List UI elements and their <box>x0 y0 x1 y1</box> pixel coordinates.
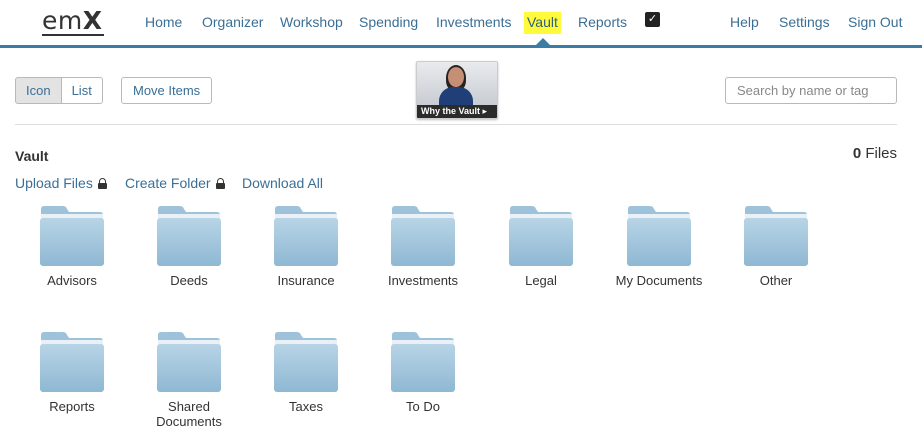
folder-icon <box>40 206 104 266</box>
nav-investments[interactable]: Investments <box>436 12 511 34</box>
nav-settings[interactable]: Settings <box>779 12 830 34</box>
folder-icon <box>157 206 221 266</box>
folder-label: Deeds <box>170 273 208 288</box>
logo-text: emX <box>42 6 103 35</box>
folder-icon <box>274 332 338 392</box>
toolbar-divider <box>15 124 897 125</box>
lock-icon <box>97 178 107 189</box>
search-input[interactable] <box>725 77 897 104</box>
folder-label: Reports <box>49 399 95 414</box>
folder-item[interactable]: Taxes <box>251 331 361 414</box>
emx-logo[interactable]: emX <box>42 6 104 36</box>
create-folder-label: Create Folder <box>125 175 211 191</box>
folder-label: Legal <box>525 273 557 288</box>
video-caption: Why the Vault ▸ <box>417 105 497 118</box>
folder-icon <box>157 332 221 392</box>
folder-item[interactable]: Investments <box>368 205 478 288</box>
create-folder-link[interactable]: Create Folder <box>125 174 225 192</box>
nav-vault[interactable]: Vault <box>524 12 561 34</box>
lock-icon <box>215 178 225 189</box>
folder-label: Taxes <box>289 399 323 414</box>
active-tab-caret-icon <box>536 38 550 45</box>
file-count-number: 0 <box>852 145 862 162</box>
vault-title: Vault <box>15 148 49 164</box>
folder-label: Other <box>759 273 793 288</box>
folder-icon <box>509 206 573 266</box>
folder-label: Insurance <box>277 273 335 288</box>
folder-icon <box>627 206 691 266</box>
upload-files-link[interactable]: Upload Files <box>15 174 107 192</box>
folder-icon <box>391 206 455 266</box>
folder-label: To Do <box>406 399 440 414</box>
checkbox-icon[interactable]: ✓ <box>645 12 660 27</box>
icon-view-button[interactable]: Icon <box>15 77 62 104</box>
upload-files-label: Upload Files <box>15 175 93 191</box>
file-count-label: Files <box>865 145 897 162</box>
folder-icon <box>391 332 455 392</box>
folder-item[interactable]: To Do <box>368 331 478 414</box>
folder-item[interactable]: Legal <box>486 205 596 288</box>
nav-sign-out[interactable]: Sign Out <box>848 12 902 34</box>
folder-icon <box>40 332 104 392</box>
folder-item[interactable]: My Documents <box>604 205 714 288</box>
folder-icon <box>744 206 808 266</box>
logo-underline <box>42 34 104 36</box>
folder-item[interactable]: Deeds <box>134 205 244 288</box>
list-view-button[interactable]: List <box>61 77 103 104</box>
folder-icon <box>274 206 338 266</box>
presenter-face <box>448 67 464 87</box>
download-all-link[interactable]: Download All <box>242 174 323 192</box>
move-items-button[interactable]: Move Items <box>121 77 213 104</box>
folder-item[interactable]: Other <box>721 205 831 288</box>
folder-item[interactable]: Advisors <box>17 205 127 288</box>
view-toggle-group: Icon List <box>15 77 103 104</box>
folder-label: Investments <box>387 273 459 288</box>
folder-item[interactable]: Insurance <box>251 205 361 288</box>
folder-label: Advisors <box>47 273 97 288</box>
folder-item[interactable]: Reports <box>17 331 127 414</box>
nav-spending[interactable]: Spending <box>359 12 418 34</box>
nav-help[interactable]: Help <box>730 12 759 34</box>
nav-reports[interactable]: Reports <box>578 12 627 34</box>
file-count: 0 Files <box>853 145 897 162</box>
nav-workshop[interactable]: Workshop <box>280 12 343 34</box>
folder-label: My Documents <box>615 273 703 288</box>
top-navbar: emX Home Organizer Workshop Spending Inv… <box>0 0 922 48</box>
folder-item[interactable]: Shared Documents <box>134 331 244 429</box>
why-the-vault-video[interactable]: Why the Vault ▸ <box>416 61 498 119</box>
nav-home[interactable]: Home <box>145 12 182 34</box>
nav-organizer[interactable]: Organizer <box>202 12 263 34</box>
folder-label: Shared Documents <box>156 399 222 429</box>
